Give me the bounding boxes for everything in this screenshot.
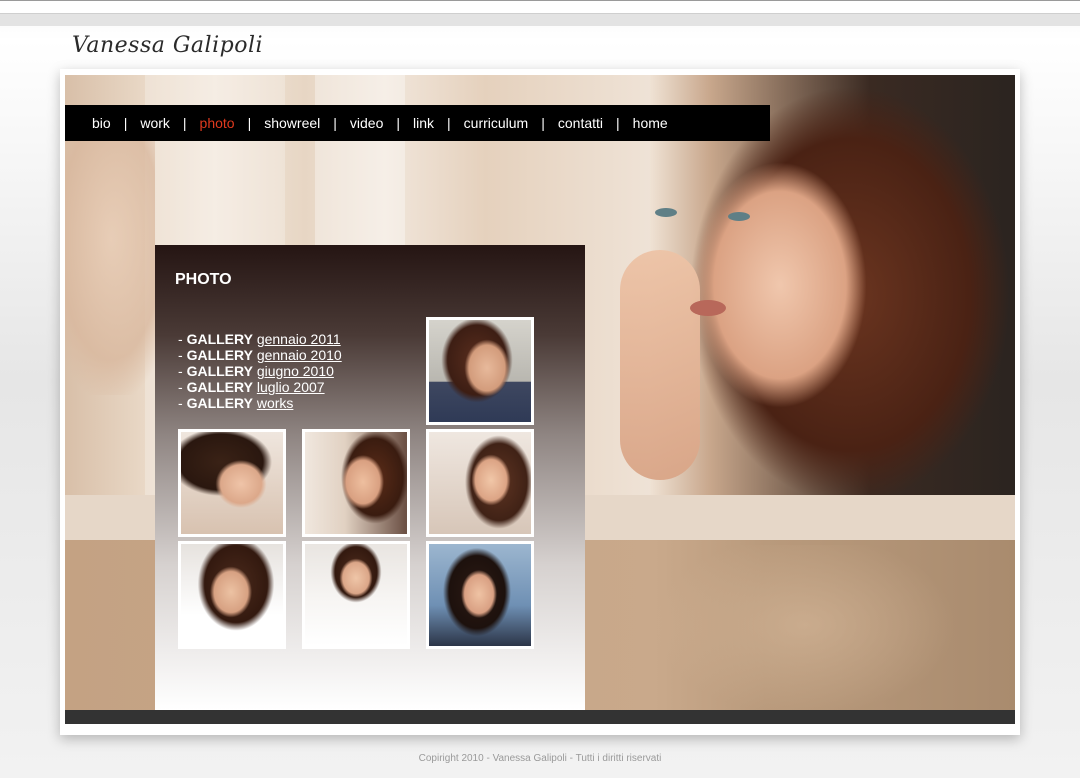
site-logo[interactable]: Vanessa Galipoli bbox=[72, 33, 263, 58]
hero-eye bbox=[728, 212, 750, 221]
photo-panel: PHOTO - GALLERY gennaio 2011 - GALLERY g… bbox=[155, 245, 585, 710]
gallery-label: GALLERY bbox=[186, 363, 253, 379]
gallery-link-luglio-2007[interactable]: luglio 2007 bbox=[257, 379, 325, 395]
hero-lips bbox=[690, 300, 726, 316]
gallery-link-gennaio-2010[interactable]: gennaio 2010 bbox=[257, 347, 342, 363]
nav-contatti[interactable]: contatti bbox=[545, 115, 616, 131]
list-prefix: - bbox=[178, 363, 187, 379]
photo-thumbnail[interactable] bbox=[302, 429, 410, 537]
top-band bbox=[0, 14, 1080, 26]
nav-video[interactable]: video bbox=[337, 115, 396, 131]
list-prefix: - bbox=[178, 347, 187, 363]
nav-work[interactable]: work bbox=[127, 115, 183, 131]
photo-thumbnail[interactable] bbox=[302, 541, 410, 649]
gallery-link-works[interactable]: works bbox=[257, 395, 294, 411]
photo-thumbnail[interactable] bbox=[426, 541, 534, 649]
gallery-label: GALLERY bbox=[186, 331, 253, 347]
nav-home[interactable]: home bbox=[620, 115, 681, 131]
list-item: - GALLERY luglio 2007 bbox=[178, 379, 342, 395]
hero-eye bbox=[655, 208, 677, 217]
list-prefix: - bbox=[178, 379, 187, 395]
footer-bar bbox=[65, 710, 1015, 724]
reflection-portrait bbox=[625, 545, 985, 710]
copyright-text: Copiright 2010 - Vanessa Galipoli - Tutt… bbox=[418, 753, 662, 764]
nav-curriculum[interactable]: curriculum bbox=[451, 115, 542, 131]
list-prefix: - bbox=[178, 395, 187, 411]
list-item: - GALLERY gennaio 2010 bbox=[178, 347, 342, 363]
list-item: - GALLERY gennaio 2011 bbox=[178, 331, 342, 347]
list-item: - GALLERY works bbox=[178, 395, 342, 411]
nav-link[interactable]: link bbox=[400, 115, 447, 131]
browser-top-edge bbox=[0, 0, 1080, 14]
list-item: - GALLERY giugno 2010 bbox=[178, 363, 342, 379]
photo-thumbnail[interactable] bbox=[178, 541, 286, 649]
gallery-list: - GALLERY gennaio 2011 - GALLERY gennaio… bbox=[178, 331, 342, 411]
ghost-portrait bbox=[65, 135, 155, 395]
list-prefix: - bbox=[178, 331, 187, 347]
photo-thumbnail[interactable] bbox=[178, 429, 286, 537]
nav-showreel[interactable]: showreel bbox=[251, 115, 333, 131]
photo-thumbnail[interactable] bbox=[426, 429, 534, 537]
gallery-label: GALLERY bbox=[186, 347, 253, 363]
main-nav: bio | work | photo | showreel | video | … bbox=[65, 105, 770, 141]
page-title: PHOTO bbox=[175, 271, 232, 288]
nav-bio[interactable]: bio bbox=[79, 115, 124, 131]
gallery-label: GALLERY bbox=[186, 395, 253, 411]
hero-hand bbox=[620, 250, 700, 480]
gallery-link-gennaio-2011[interactable]: gennaio 2011 bbox=[257, 331, 341, 347]
gallery-label: GALLERY bbox=[186, 379, 253, 395]
nav-photo[interactable]: photo bbox=[187, 115, 248, 131]
gallery-link-giugno-2010[interactable]: giugno 2010 bbox=[257, 363, 334, 379]
photo-thumbnail-featured[interactable] bbox=[426, 317, 534, 425]
